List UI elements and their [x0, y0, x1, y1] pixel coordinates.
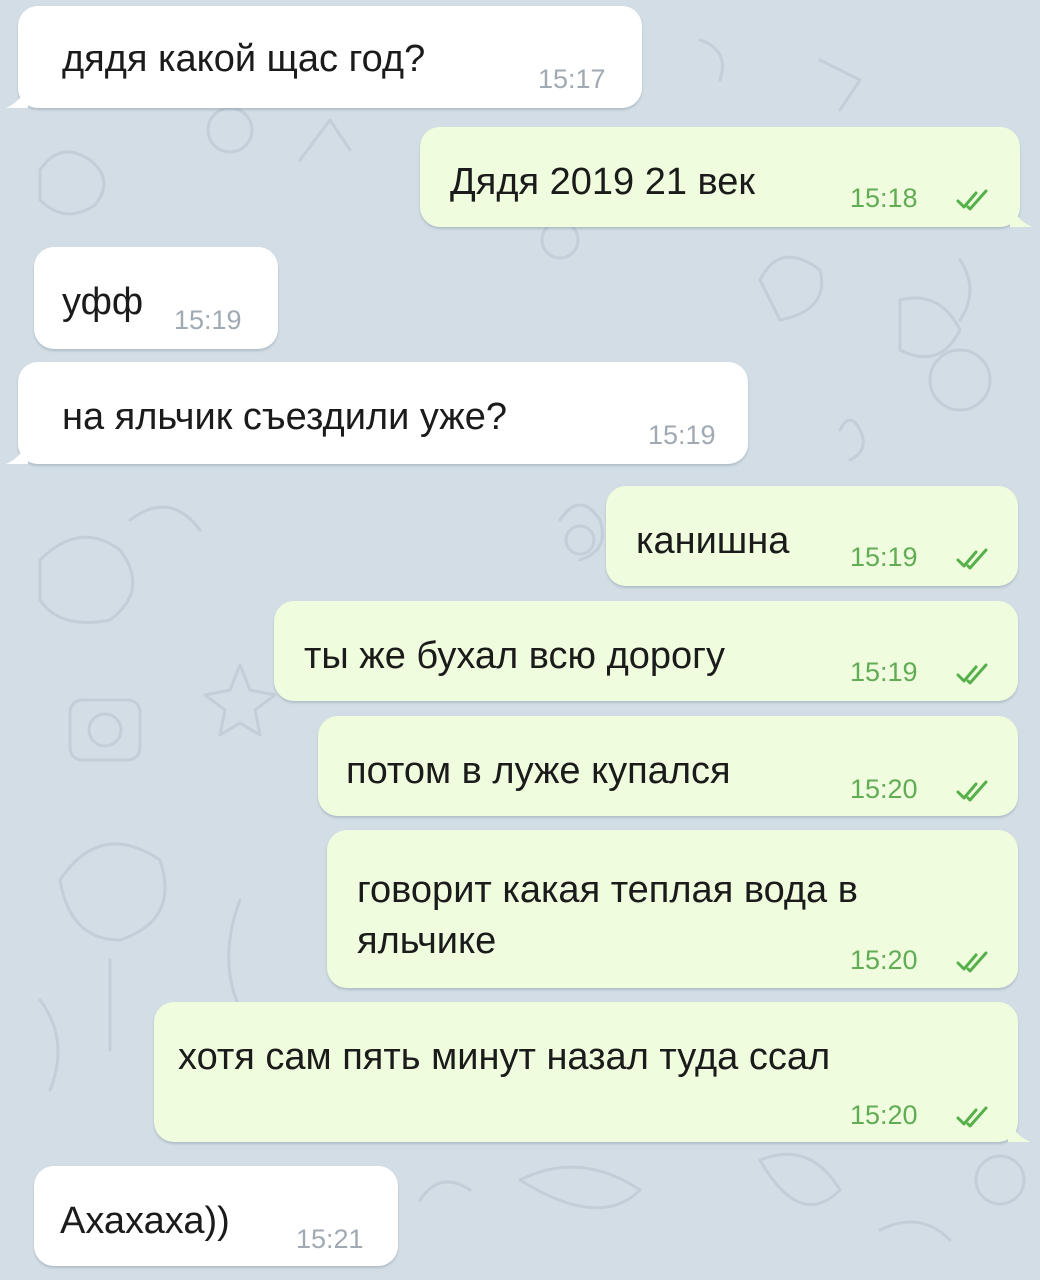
message-outgoing[interactable]: хотя сам пять минут назал туда ссал 15:2… [154, 1002, 1030, 1142]
message-text: канишна [636, 520, 790, 562]
double-check-icon [956, 780, 988, 802]
double-check-icon [956, 1106, 988, 1128]
message-outgoing[interactable]: потом в луже купался 15:20 [318, 716, 1018, 816]
message-text: хотя сам пять минут назал туда ссал [178, 1036, 831, 1078]
message-time: 15:19 [648, 420, 716, 450]
double-check-icon [956, 548, 988, 570]
message-text: Ахахаха)) [60, 1200, 230, 1242]
message-incoming[interactable]: дядя какой щас год? 15:17 [6, 6, 642, 108]
double-check-icon [956, 663, 988, 685]
message-time: 15:21 [296, 1224, 364, 1254]
bubble-tail [6, 86, 28, 108]
message-outgoing[interactable]: канишна 15:19 [606, 486, 1018, 586]
message-text: дядя какой щас год? [62, 38, 426, 80]
message-time: 15:17 [538, 64, 606, 94]
message-text: ты же бухал всю дорогу [304, 635, 726, 677]
bubble-tail [1008, 1120, 1030, 1142]
double-check-icon [956, 189, 988, 211]
message-text: уфф [62, 281, 144, 323]
message-time: 15:19 [850, 657, 918, 687]
bubble-tail [1010, 205, 1032, 227]
message-time: 15:20 [850, 945, 918, 975]
message-time: 15:18 [850, 183, 918, 213]
message-incoming[interactable]: Ахахаха)) 15:21 [34, 1166, 398, 1266]
message-text: на яльчик съездили уже? [62, 396, 507, 438]
message-time: 15:19 [174, 305, 242, 335]
message-outgoing[interactable]: ты же бухал всю дорогу 15:19 [274, 601, 1018, 701]
message-text: потом в луже купался [346, 750, 731, 792]
message-incoming[interactable]: на яльчик съездили уже? 15:19 [6, 362, 748, 464]
message-time: 15:20 [850, 774, 918, 804]
message-time: 15:20 [850, 1100, 918, 1130]
message-incoming[interactable]: уфф 15:19 [34, 247, 278, 349]
message-outgoing[interactable]: Дядя 2019 21 век 15:18 [420, 127, 1032, 227]
message-text-line-2: яльчике [357, 920, 497, 962]
message-outgoing[interactable]: говорит какая теплая вода в яльчике 15:2… [327, 830, 1018, 988]
message-time: 15:19 [850, 542, 918, 572]
double-check-icon [956, 951, 988, 973]
message-text-line-1: говорит какая теплая вода в [357, 869, 858, 911]
message-text: Дядя 2019 21 век [450, 161, 756, 203]
bubble-tail [6, 442, 28, 464]
